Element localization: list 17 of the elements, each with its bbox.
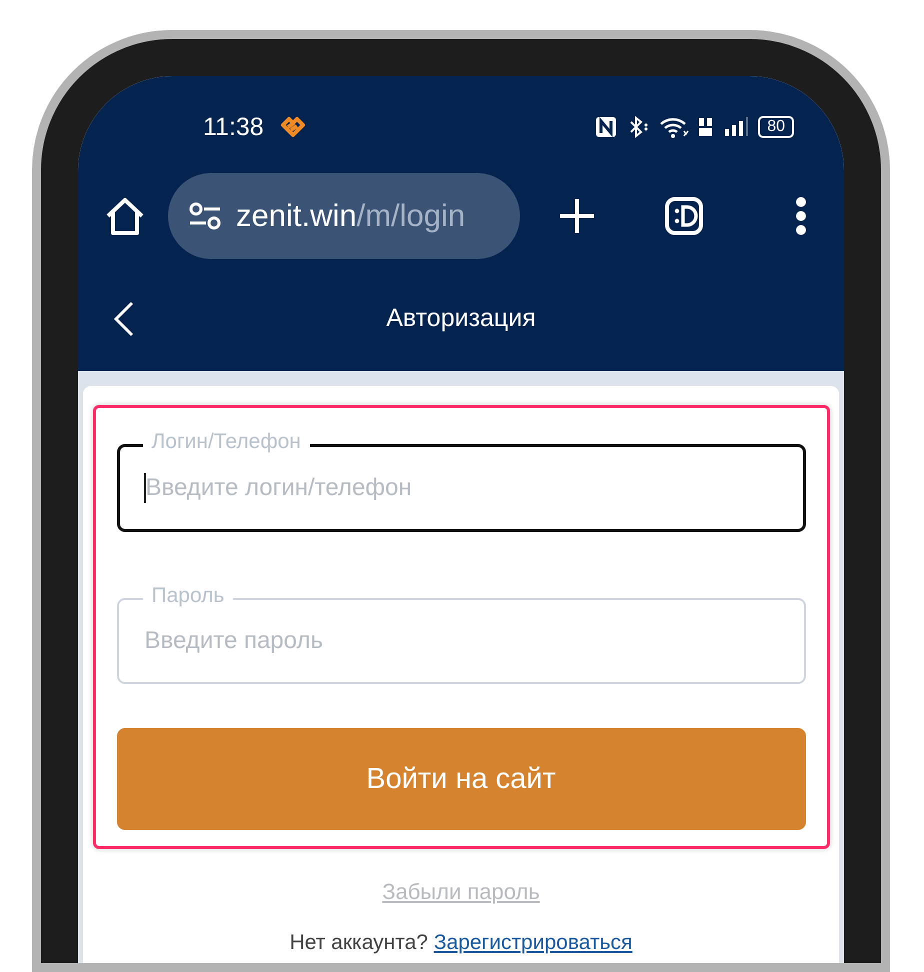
register-link[interactable]: Зарегистрироваться: [434, 931, 632, 954]
text-cursor: [144, 473, 146, 503]
home-button[interactable]: [104, 196, 146, 236]
address-bar[interactable]: zenit.win/m/login: [168, 173, 520, 259]
page-title: Авторизация: [385, 304, 537, 333]
status-time: 11:38: [203, 112, 264, 142]
signup-prompt: Нет аккаунта? Зарегистрироваться: [290, 930, 632, 956]
site-settings-icon: [188, 201, 222, 231]
new-tab-button[interactable]: [558, 197, 596, 235]
nfc-icon: [595, 116, 618, 138]
wifi-icon: [659, 115, 690, 139]
menu-button[interactable]: [794, 196, 808, 236]
signal-icon: [723, 117, 750, 137]
battery-level: 80: [758, 116, 794, 138]
back-button[interactable]: [112, 300, 136, 336]
tab-switcher-button[interactable]: [664, 196, 704, 236]
url-text: zenit.win/m/login: [236, 198, 466, 234]
